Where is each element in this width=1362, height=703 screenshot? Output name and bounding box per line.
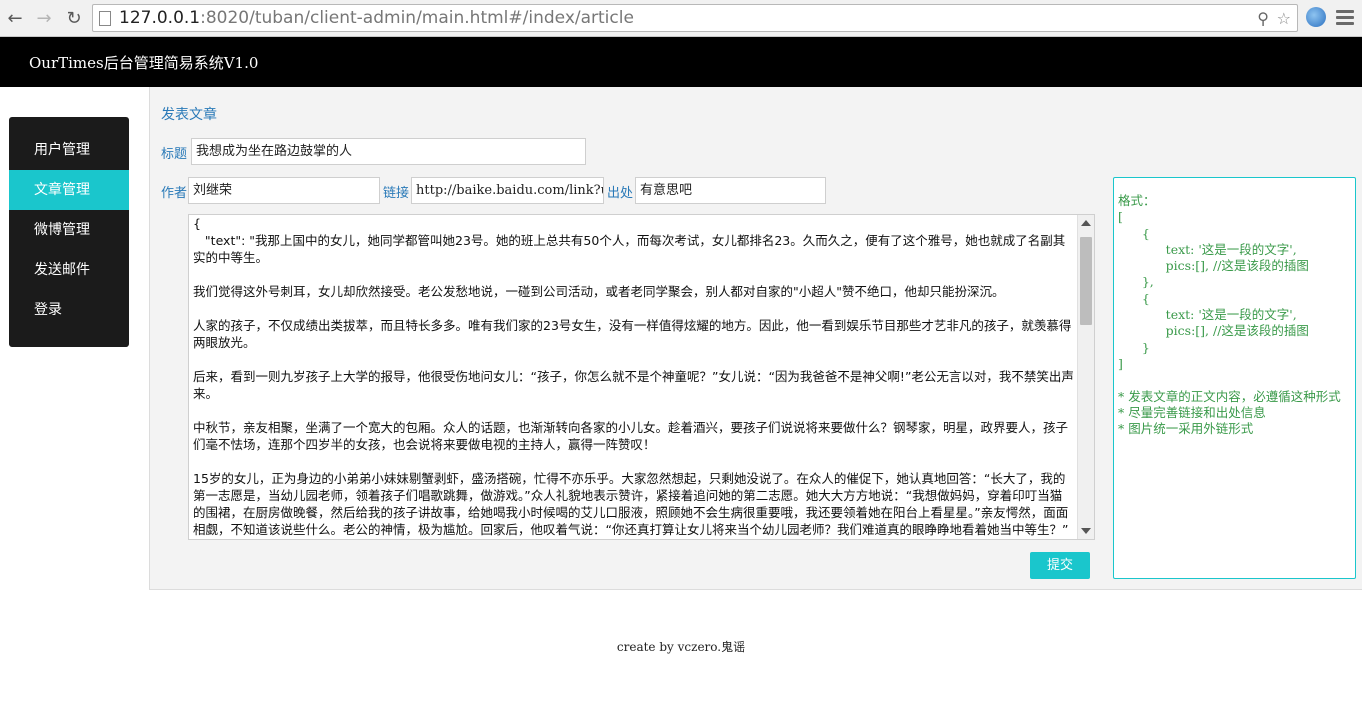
- sidebar-item-send-email[interactable]: 发送邮件: [9, 250, 129, 290]
- submit-button[interactable]: 提交: [1030, 552, 1090, 579]
- app-title: OurTimes后台管理简易系统V1.0: [29, 54, 259, 72]
- source-input[interactable]: 有意思吧: [635, 177, 826, 204]
- sidebar-item-login[interactable]: 登录: [9, 290, 129, 330]
- sidebar-item-weibo[interactable]: 微博管理: [9, 210, 129, 250]
- scroll-down-icon[interactable]: [1081, 528, 1091, 534]
- footer: create by vczero.鬼谣: [616, 640, 746, 654]
- link-label: 链接: [383, 186, 410, 201]
- scroll-up-icon[interactable]: [1081, 220, 1091, 226]
- title-input[interactable]: 我想成为坐在路边鼓掌的人: [191, 138, 586, 165]
- link-input[interactable]: http://baike.baidu.com/link?url: [411, 177, 604, 204]
- sidebar-item-articles[interactable]: 文章管理: [9, 170, 129, 210]
- key-icon[interactable]: ⚲: [1257, 9, 1269, 28]
- content-textarea[interactable]: { "text": "我那上国中的女儿，她同学都管叫她23号。她的班上总共有50…: [188, 214, 1095, 540]
- menu-icon[interactable]: [1336, 10, 1354, 28]
- reload-icon[interactable]: ↻: [63, 7, 85, 29]
- content-scrollbar[interactable]: [1077, 215, 1094, 539]
- author-label: 作者: [161, 186, 188, 201]
- article-form-panel: 发表文章 标题 我想成为坐在路边鼓掌的人 作者 刘继荣 链接 http://ba…: [149, 87, 1362, 590]
- format-hint: 格式： [ { text: '这是一段的文字', pics:[], //这是该段…: [1113, 177, 1356, 579]
- content-text: { "text": "我那上国中的女儿，她同学都管叫她23号。她的班上总共有50…: [193, 216, 1074, 537]
- author-input[interactable]: 刘继荣: [188, 177, 380, 204]
- browser-toolbar: ← → ↻ 127.0.0.1:8020/tuban/client-admin/…: [0, 0, 1362, 37]
- sidebar: 用户管理 文章管理 微博管理 发送邮件 登录: [9, 117, 129, 347]
- star-icon[interactable]: ☆: [1277, 9, 1291, 28]
- scroll-thumb[interactable]: [1080, 237, 1092, 325]
- title-label: 标题: [161, 147, 188, 162]
- url-path: :8020/tuban/client-admin/main.html#/inde…: [200, 8, 634, 28]
- forward-icon[interactable]: →: [33, 7, 55, 29]
- source-label: 出处: [607, 186, 634, 201]
- sidebar-item-users[interactable]: 用户管理: [9, 130, 129, 170]
- app-header: OurTimes后台管理简易系统V1.0: [0, 37, 1362, 87]
- panel-heading: 发表文章: [161, 107, 217, 123]
- back-icon[interactable]: ←: [4, 7, 26, 29]
- address-bar[interactable]: 127.0.0.1:8020/tuban/client-admin/main.h…: [92, 4, 1298, 32]
- page-icon: [99, 11, 111, 26]
- url-host: 127.0.0.1: [119, 8, 201, 28]
- address-text[interactable]: 127.0.0.1:8020/tuban/client-admin/main.h…: [119, 8, 634, 28]
- globe-icon[interactable]: [1306, 7, 1326, 27]
